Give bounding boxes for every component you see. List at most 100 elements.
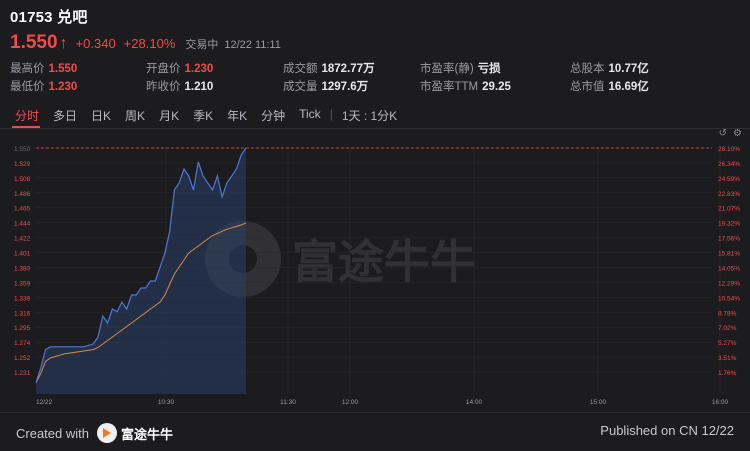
watermark-text: 富途牛牛 (292, 235, 476, 289)
y-tick-label: 1.550 (14, 146, 31, 153)
stat-pe-ttm-value: 29.25 (482, 81, 511, 93)
y-tick-label: 1.338 (14, 295, 31, 302)
current-price: 1.550 (10, 32, 58, 53)
y-tick-label: 1.486 (14, 191, 31, 198)
y-tick-label: 1.274 (14, 340, 31, 347)
tab-yearly-k[interactable]: 年K (220, 105, 254, 125)
tab-multiday[interactable]: 多日 (46, 105, 84, 125)
stat-shares: 总股本 10.77亿 (570, 60, 649, 76)
tab-weekly-k[interactable]: 周K (118, 105, 152, 125)
chart-tabs: 分时 多日 日K 周K 月K 季K 年K 分钟 Tick | 1天 : 1分K (8, 105, 404, 125)
y-tick-label: 1.380 (14, 265, 31, 272)
created-with: Created with 富途牛牛 (16, 423, 173, 443)
intraday-chart: 富途牛牛 1.550 1.529 1.508 1.486 1.465 1.444 1.422… (14, 146, 740, 406)
trading-time: 12/22 11:11 (224, 39, 281, 51)
stat-shares-value: 10.77亿 (608, 63, 649, 75)
stat-high-label: 最高价 (10, 63, 45, 75)
pct-tick-label: 8.78% (718, 310, 737, 317)
pct-tick-label: 24.59% (718, 176, 740, 183)
tab-period-select[interactable]: 1天 : 1分K (335, 105, 404, 125)
x-tick-label: 12:00 (342, 399, 359, 406)
pct-axis-ticks: 28.10% 26.34% 24.59% 22.83% 21.07% 19.32% 17.5… (718, 146, 740, 377)
tab-intraday[interactable]: 分时 (8, 105, 46, 125)
stat-turnover: 成交额 1872.77万 (283, 60, 375, 76)
y-tick-label: 1.295 (14, 325, 31, 332)
stat-high: 最高价 1.550 (10, 60, 77, 76)
x-tick-label: 12/22 (36, 399, 53, 406)
stat-open-value: 1.230 (184, 63, 214, 75)
stock-name: 兑吧 (57, 9, 88, 26)
y-tick-label: 1.316 (14, 310, 31, 317)
pct-tick-label: 22.83% (718, 191, 740, 198)
pct-tick-label: 5.27% (718, 340, 737, 347)
pct-tick-label: 3.51% (718, 355, 737, 362)
tab-quarterly-k[interactable]: 季K (186, 105, 220, 125)
pct-tick-label: 21.07% (718, 206, 740, 213)
tab-tick[interactable]: Tick (292, 105, 328, 125)
y-tick-label: 1.252 (14, 355, 31, 362)
tab-monthly-k[interactable]: 月K (152, 105, 186, 125)
tab-daily-k[interactable]: 日K (84, 105, 118, 125)
x-axis-ticks: 12/22 10:30 11:30 12:00 14:00 15:00 16:00 (36, 399, 729, 406)
brand-name: 富途牛牛 (120, 426, 173, 442)
x-tick-label: 10:30 (158, 399, 175, 406)
pct-tick-label: 14.05% (718, 265, 740, 272)
stat-shares-label: 总股本 (570, 63, 605, 75)
tab-divider (0, 128, 750, 129)
stat-mcap: 总市值 16.69亿 (570, 78, 649, 94)
y-axis-ticks: 1.550 1.529 1.508 1.486 1.465 1.444 1.422 1.401… (14, 146, 31, 377)
stat-pe-ttm-label: 市盈率TTM (420, 81, 479, 93)
stat-open: 开盘价 1.230 (146, 60, 213, 76)
stock-header: 01753 兑吧 (10, 6, 740, 27)
stat-turnover-value: 1872.77万 (321, 63, 375, 75)
pct-tick-label: 15.81% (718, 251, 740, 258)
pct-tick-label: 28.10% (718, 146, 740, 153)
stat-pe-static-value: 亏损 (477, 63, 501, 75)
stat-mcap-value: 16.69亿 (608, 81, 649, 93)
stat-pe-static: 市盈率(静) 亏损 (420, 60, 501, 76)
y-tick-label: 1.465 (14, 206, 31, 213)
tab-separator: | (329, 107, 333, 121)
price-change-pct: +28.10% (123, 36, 176, 51)
x-tick-label: 11:30 (280, 399, 296, 406)
pct-tick-label: 19.32% (718, 221, 740, 228)
stat-mcap-label: 总市值 (570, 81, 605, 93)
futu-logo-icon (96, 423, 117, 443)
stat-pe-ttm: 市盈率TTM 29.25 (420, 78, 511, 94)
pct-tick-label: 12.29% (718, 280, 740, 287)
stat-turnover-label: 成交额 (283, 63, 318, 75)
pct-tick-label: 10.54% (718, 295, 740, 302)
stat-open-label: 开盘价 (146, 63, 181, 75)
stat-volume-value: 1297.6万 (321, 81, 369, 93)
created-with-label: Created with (16, 425, 89, 441)
stats-grid: 最高价 1.550 最低价 1.230 开盘价 1.230 昨收价 1.210 成交额 1… (10, 60, 730, 94)
stat-low: 最低价 1.230 (10, 78, 77, 94)
x-tick-label: 14:00 (466, 399, 483, 406)
tab-minute[interactable]: 分钟 (254, 105, 292, 125)
stat-low-label: 最低价 (10, 81, 45, 93)
pct-tick-label: 1.76% (718, 370, 737, 377)
y-tick-label: 1.359 (14, 280, 31, 287)
arrow-up-icon: ↑ (59, 35, 68, 52)
footer: Created with 富途牛牛 Published on CN 12/22 (0, 412, 750, 451)
y-tick-label: 1.231 (14, 370, 31, 377)
y-tick-label: 1.444 (14, 221, 31, 228)
stat-volume: 成交量 1297.6万 (283, 78, 368, 94)
pct-tick-label: 26.34% (718, 161, 740, 168)
y-tick-label: 1.529 (14, 161, 31, 168)
x-tick-label: 16:00 (712, 399, 729, 406)
stat-low-value: 1.230 (48, 81, 78, 93)
pct-tick-label: 17.56% (718, 236, 740, 243)
trading-status: 交易中 (185, 39, 219, 51)
active-tab-indicator (12, 126, 40, 128)
y-tick-label: 1.401 (14, 251, 31, 258)
y-tick-label: 1.422 (14, 236, 31, 243)
y-tick-label: 1.508 (14, 176, 31, 183)
stat-high-value: 1.550 (48, 63, 78, 75)
stat-prev-value: 1.210 (184, 81, 214, 93)
x-tick-label: 15:00 (590, 399, 607, 406)
price-row: 1.550 ↑ +0.340 +28.10% 交易中 12/22 11:11 (10, 32, 281, 53)
pct-tick-label: 7.02% (718, 325, 737, 332)
published-date: Published on CN 12/22 (600, 423, 734, 438)
stat-volume-label: 成交量 (283, 81, 318, 93)
